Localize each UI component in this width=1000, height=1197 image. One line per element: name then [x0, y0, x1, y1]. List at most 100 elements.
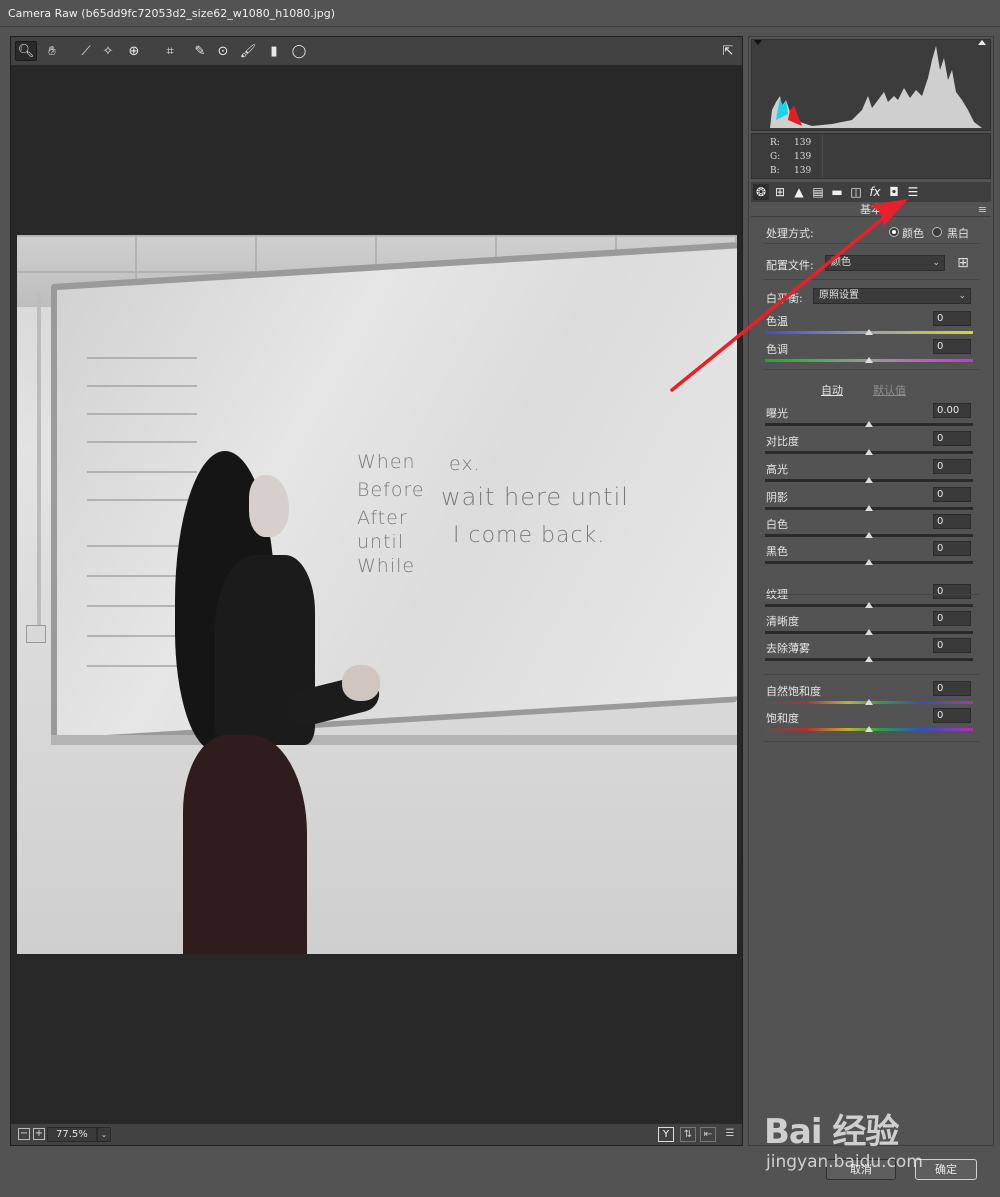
- slider-value-field[interactable]: 0: [933, 487, 971, 502]
- slider-value-field[interactable]: 0.00: [933, 403, 971, 418]
- histogram: [751, 39, 991, 131]
- photo-preview: When Before After until While ex. wait h…: [17, 235, 737, 954]
- zoom-tool-icon[interactable]: 🔍︎: [15, 41, 37, 61]
- slider-thumb[interactable]: [865, 421, 873, 427]
- slider-thumb[interactable]: [865, 559, 873, 565]
- zoom-level-field[interactable]: 77.5%: [47, 1127, 97, 1142]
- slider-label: 饱和度: [766, 712, 799, 725]
- split-toning-tab-icon[interactable]: ▬: [829, 184, 845, 200]
- hand-tool-icon[interactable]: ✋︎: [41, 41, 63, 61]
- highlight-clip-icon: [978, 40, 986, 45]
- slider-thumb[interactable]: [865, 532, 873, 538]
- slider-thumb[interactable]: [865, 726, 873, 732]
- board-word: until: [357, 531, 405, 553]
- color-sampler-icon[interactable]: ✧: [97, 41, 119, 61]
- slider-thumb[interactable]: [865, 477, 873, 483]
- profile-select[interactable]: 颜色 ⌄: [825, 255, 945, 271]
- effects-tab-icon[interactable]: fx: [867, 184, 883, 200]
- adjustment-panel: R: 139 G: 139 B: 139 ❂ ⊞ ▲ ▤ ▬ ◫ fx ◘ ☰ 基本 …: [748, 36, 994, 1146]
- chevron-down-icon: ⌄: [932, 258, 940, 268]
- slider-thumb[interactable]: [865, 629, 873, 635]
- slider-thumb[interactable]: [865, 449, 873, 455]
- slider-value-field[interactable]: 0: [933, 311, 971, 326]
- slider-thumb[interactable]: [865, 357, 873, 363]
- crop-icon[interactable]: ⌗: [159, 41, 181, 61]
- default-link[interactable]: 默认值: [873, 382, 906, 398]
- profile-browser-icon[interactable]: ⊞: [955, 255, 971, 271]
- slider-thumb[interactable]: [865, 602, 873, 608]
- targeted-adjustment-icon[interactable]: ⊕: [123, 41, 145, 61]
- board-word: While: [357, 555, 416, 577]
- red-eye-icon[interactable]: ⊙: [212, 41, 234, 61]
- shadow-clip-icon: [754, 40, 762, 45]
- treatment-label: 处理方式:: [766, 227, 814, 240]
- slider-value-field[interactable]: 0: [933, 339, 971, 354]
- board-word: When: [357, 451, 416, 473]
- panel-menu-icon[interactable]: ≡: [978, 203, 987, 217]
- slider-value-field[interactable]: 0: [933, 459, 971, 474]
- adjustment-brush-icon[interactable]: 🖌︎: [237, 41, 259, 61]
- view-mode-button[interactable]: Y: [658, 1127, 674, 1142]
- toggle-settings-icon[interactable]: ☰: [722, 1127, 738, 1142]
- board-sentence-1: wait here until: [441, 483, 629, 511]
- image-canvas[interactable]: When Before After until While ex. wait h…: [11, 66, 742, 1123]
- slider-label: 黑色: [766, 545, 788, 558]
- treatment-bw-radio[interactable]: [932, 227, 942, 237]
- slider-value-field[interactable]: 0: [933, 541, 971, 556]
- copy-settings-icon[interactable]: ⇤: [700, 1127, 716, 1142]
- auto-link[interactable]: 自动: [821, 382, 843, 398]
- lens-corrections-tab-icon[interactable]: ◫: [848, 184, 864, 200]
- person-skirt: [183, 735, 307, 954]
- zoom-out-button[interactable]: −: [18, 1128, 30, 1140]
- slider-label: 色温: [766, 315, 788, 328]
- board-word: Before: [357, 479, 425, 501]
- slider-value-field[interactable]: 0: [933, 514, 971, 529]
- white-balance-label: 白平衡:: [766, 292, 803, 305]
- white-balance-select[interactable]: 原照设置 ⌄: [813, 288, 971, 304]
- graduated-filter-icon[interactable]: ▮: [263, 41, 285, 61]
- histogram-graph: [754, 40, 986, 128]
- treatment-color-label: 颜色: [902, 227, 924, 240]
- luminance-curve: [770, 46, 982, 128]
- preview-status-bar: − + 77.5% ⌄ Y ⇅ ⇤ ☰: [11, 1123, 742, 1145]
- preview-panel: 🔍︎ ✋︎ ⟋ ✧ ⊕ ⌗ ✎ ⊙ 🖌︎ ▮ ◯ ⇱ When Before A…: [10, 36, 743, 1146]
- zoom-in-button[interactable]: +: [33, 1128, 45, 1140]
- slider-thumb[interactable]: [865, 329, 873, 335]
- treatment-bw-label: 黑白: [947, 227, 969, 240]
- hsl-tab-icon[interactable]: ▤: [810, 184, 826, 200]
- presets-tab-icon[interactable]: ☰: [905, 184, 921, 200]
- window-title: Camera Raw (b65dd9fc72053d2_size62_w1080…: [0, 0, 1000, 27]
- slider-thumb[interactable]: [865, 699, 873, 705]
- section-title-label: 基本: [860, 203, 882, 216]
- slider-thumb[interactable]: [865, 656, 873, 662]
- treatment-color-radio[interactable]: [889, 227, 899, 237]
- slider-value-field[interactable]: 0: [933, 708, 971, 723]
- chevron-down-icon[interactable]: ⌄: [97, 1127, 111, 1142]
- camera-calibration-tab-icon[interactable]: ◘: [886, 184, 902, 200]
- preferences-icon[interactable]: ⇱: [717, 41, 739, 61]
- slider-value-field[interactable]: 0: [933, 431, 971, 446]
- detail-tab-icon[interactable]: ▲: [791, 184, 807, 200]
- slider-thumb[interactable]: [865, 505, 873, 511]
- spot-removal-icon[interactable]: ✎: [189, 41, 211, 61]
- panel-tabs: ❂ ⊞ ▲ ▤ ▬ ◫ fx ◘ ☰: [751, 182, 991, 202]
- slider-value-field[interactable]: 0: [933, 611, 971, 626]
- slider-value-field[interactable]: 0: [933, 681, 971, 696]
- profile-value: 颜色: [831, 257, 851, 268]
- b-label: B:: [770, 166, 780, 176]
- board-word: After: [357, 507, 408, 529]
- swap-before-after-icon[interactable]: ⇅: [680, 1127, 696, 1142]
- board-ex: ex.: [449, 453, 481, 475]
- slider-label: 色调: [766, 343, 788, 356]
- g-value: 139: [794, 152, 812, 162]
- radial-filter-icon[interactable]: ◯: [288, 41, 310, 61]
- slider-value-field[interactable]: 0: [933, 584, 971, 599]
- basic-tab-icon[interactable]: ❂: [753, 184, 769, 200]
- whiteboard-tray: [51, 735, 737, 745]
- person-hand: [342, 665, 380, 701]
- slider-value-field[interactable]: 0: [933, 638, 971, 653]
- tone-curve-tab-icon[interactable]: ⊞: [772, 184, 788, 200]
- white-balance-icon[interactable]: ⟋: [75, 41, 97, 61]
- r-label: R:: [770, 138, 780, 148]
- chevron-down-icon: ⌄: [958, 291, 966, 301]
